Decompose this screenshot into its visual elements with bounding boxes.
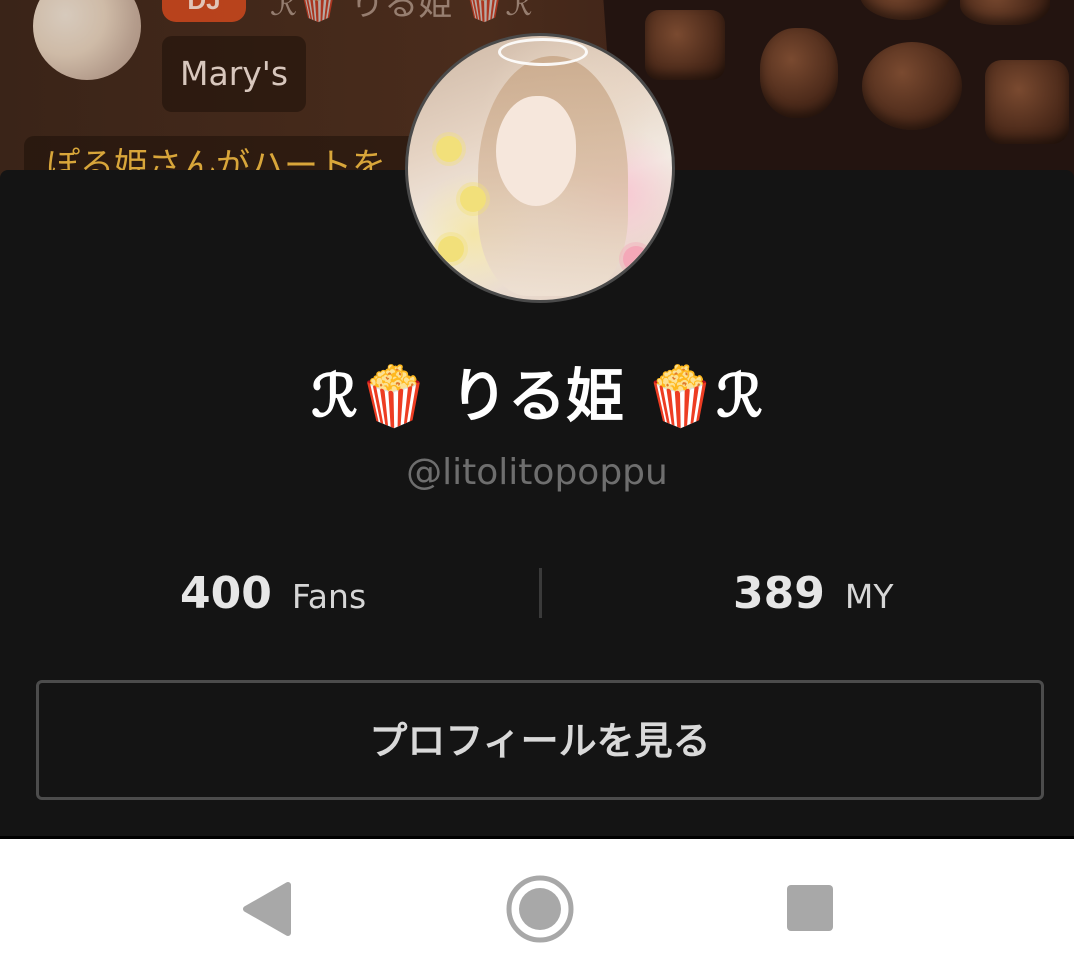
home-circle-icon[interactable] bbox=[500, 869, 580, 949]
profile-avatar[interactable] bbox=[405, 33, 675, 303]
chocolate-piece bbox=[862, 42, 962, 130]
fans-stat[interactable]: 400 Fans bbox=[180, 566, 366, 622]
avatar-art bbox=[436, 136, 462, 162]
my-label: MY bbox=[844, 577, 894, 616]
my-count: 389 bbox=[733, 568, 825, 619]
avatar-art bbox=[623, 246, 649, 272]
host-name: ℛ🍿 りる姫 🍿ℛ bbox=[270, 0, 533, 24]
view-profile-button[interactable]: プロフィールを見る bbox=[36, 680, 1044, 800]
profile-display-name: ℛ🍿 りる姫 🍿ℛ bbox=[311, 362, 763, 430]
avatar-art bbox=[460, 186, 486, 212]
profile-stats: 400 Fans 389 MY bbox=[0, 566, 1074, 622]
stats-divider bbox=[539, 568, 542, 618]
fans-label: Fans bbox=[291, 577, 367, 616]
recents-square-icon[interactable] bbox=[770, 869, 850, 949]
avatar-art bbox=[498, 38, 588, 66]
avatar-art bbox=[438, 236, 464, 262]
chocolate-piece bbox=[760, 28, 838, 118]
fans-count: 400 bbox=[180, 568, 272, 619]
back-triangle-icon[interactable] bbox=[228, 869, 308, 949]
profile-handle: @litolitopoppu bbox=[406, 452, 668, 493]
chocolate-piece bbox=[985, 60, 1069, 144]
system-nav-bar bbox=[0, 839, 1074, 980]
host-avatar bbox=[33, 0, 141, 80]
my-stat[interactable]: 389 MY bbox=[733, 566, 894, 622]
chocolate-piece bbox=[645, 10, 725, 80]
avatar-art bbox=[496, 96, 576, 206]
room-tag: Mary's bbox=[162, 36, 307, 112]
dj-badge: DJ bbox=[162, 0, 246, 22]
